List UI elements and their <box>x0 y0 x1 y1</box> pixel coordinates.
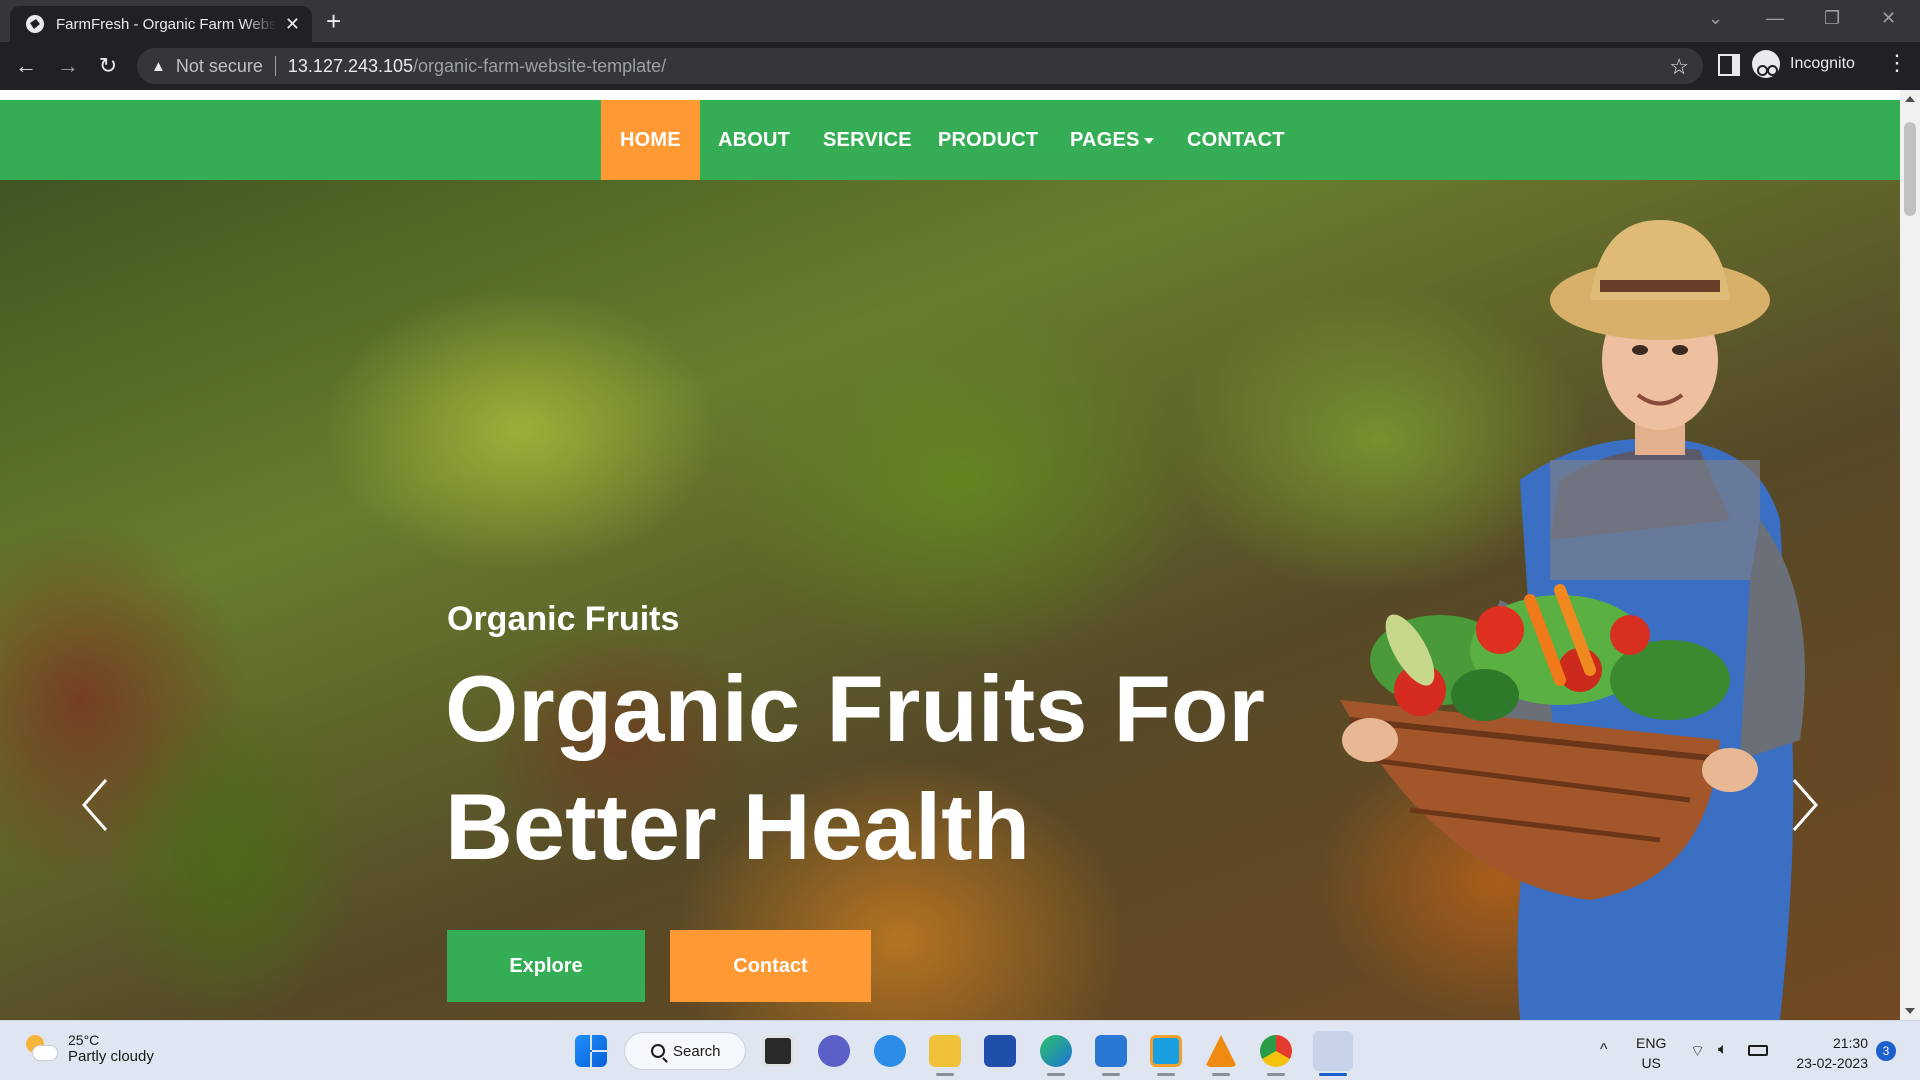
weather-desc: Partly cloudy <box>68 1047 154 1065</box>
page-viewport: HOME ABOUT SERVICE PRODUCT PAGES CONTACT <box>0 90 1920 1020</box>
teams-chat-icon[interactable] <box>818 1035 850 1067</box>
help-app-icon[interactable] <box>874 1035 906 1067</box>
running-indicator <box>936 1073 954 1076</box>
search-label: Search <box>673 1042 721 1060</box>
scroll-up-icon[interactable] <box>1905 96 1915 102</box>
url-host: 13.127.243.105 <box>287 55 414 76</box>
browser-tab-bar: FarmFresh - Organic Farm Website Templat… <box>0 0 1920 42</box>
nav-pages[interactable]: PAGES <box>1051 100 1173 180</box>
search-icon <box>651 1044 665 1058</box>
address-bar[interactable]: ▲ Not secure 13.127.243.105/organic-farm… <box>137 48 1703 84</box>
incognito-label: Incognito <box>1790 55 1855 72</box>
tab-close-icon[interactable]: ✕ <box>285 14 300 35</box>
restore-icon[interactable]: ❐ <box>1824 8 1840 29</box>
explore-button[interactable]: Explore <box>447 930 645 1002</box>
forward-arrow-icon[interactable]: → <box>54 52 82 80</box>
url-path: /organic-farm-website-template/ <box>413 55 667 76</box>
minimize-icon[interactable]: — <box>1766 8 1784 29</box>
tab-title: FarmFresh - Organic Farm Website Templat… <box>56 15 277 33</box>
tab-search-icon[interactable]: ⌄ <box>1708 8 1723 29</box>
hero-carousel: Organic Fruits Organic Fruits For Better… <box>0 180 1900 1020</box>
chrome-browser-icon[interactable] <box>1260 1035 1292 1067</box>
back-arrow-icon[interactable]: ← <box>12 52 40 80</box>
vlc-player-icon[interactable] <box>1205 1035 1237 1067</box>
scrollbar-thumb[interactable] <box>1904 122 1916 216</box>
volume-icon[interactable]: 🔈︎ <box>1718 1041 1728 1059</box>
edge-browser-icon[interactable] <box>1040 1035 1072 1067</box>
battery-icon[interactable] <box>1748 1045 1768 1056</box>
weather-temp: 25°C <box>68 1031 100 1048</box>
close-window-icon[interactable]: ✕ <box>1881 8 1896 29</box>
remote-desktop-icon[interactable] <box>1150 1035 1182 1067</box>
windows-start-icon[interactable] <box>575 1035 607 1067</box>
browser-tab[interactable]: FarmFresh - Organic Farm Website Templat… <box>10 6 312 42</box>
incognito-indicator[interactable]: Incognito <box>1752 49 1855 79</box>
page-scrollbar[interactable] <box>1900 90 1920 1020</box>
carousel-next-icon[interactable] <box>1790 778 1820 832</box>
bookmark-star-icon[interactable]: ☆ <box>1669 54 1689 80</box>
farmer-with-basket-image <box>1340 220 1805 1020</box>
nav-product[interactable]: PRODUCT <box>919 100 1057 180</box>
clock-date: 23-02-2023 <box>1796 1055 1868 1071</box>
security-label: Not secure <box>175 55 263 76</box>
top-strip <box>0 90 1900 100</box>
scroll-down-icon[interactable] <box>1905 1008 1915 1014</box>
warning-icon: ▲ <box>151 57 166 75</box>
weather-widget[interactable]: 25°C Partly cloudy <box>22 1031 154 1065</box>
os-taskbar: 25°C Partly cloudy Search ^ ENG US ⌔ 🔈︎ … <box>0 1020 1920 1080</box>
active-indicator <box>1319 1073 1347 1076</box>
site-navbar: HOME ABOUT SERVICE PRODUCT PAGES CONTACT <box>0 100 1900 180</box>
running-indicator <box>1047 1073 1065 1076</box>
wifi-icon[interactable]: ⌔ <box>1690 1041 1705 1061</box>
nav-pages-label: PAGES <box>1070 129 1140 151</box>
incognito-icon <box>1752 50 1780 78</box>
side-panel-icon[interactable] <box>1718 54 1740 76</box>
running-indicator <box>1157 1073 1175 1076</box>
hero-subtitle: Organic Fruits <box>447 600 680 638</box>
lang-line2: US <box>1641 1055 1661 1071</box>
hero-title: Organic Fruits For Better Health <box>445 656 1265 879</box>
microsoft-store-icon[interactable] <box>984 1035 1016 1067</box>
notification-badge[interactable]: 3 <box>1876 1041 1896 1061</box>
language-indicator[interactable]: ENG US <box>1636 1033 1666 1073</box>
clock[interactable]: 21:30 23-02-2023 <box>1788 1033 1868 1073</box>
browser-toolbar: ← → ↻ ▲ Not secure 13.127.243.105/organi… <box>0 42 1920 90</box>
globe-icon <box>26 15 44 33</box>
divider <box>274 56 276 76</box>
nav-about[interactable]: ABOUT <box>699 100 809 180</box>
photos-app-icon[interactable] <box>1095 1035 1127 1067</box>
taskbar-search[interactable]: Search <box>624 1032 746 1070</box>
kebab-menu-icon[interactable]: ⋮ <box>1886 50 1908 76</box>
partly-cloudy-icon <box>22 1031 58 1065</box>
new-tab-button[interactable]: + <box>326 8 341 34</box>
running-indicator <box>1267 1073 1285 1076</box>
running-indicator <box>1102 1073 1120 1076</box>
snipping-tool-icon[interactable] <box>1313 1031 1353 1071</box>
contact-button[interactable]: Contact <box>670 930 871 1002</box>
reload-icon[interactable]: ↻ <box>94 52 122 80</box>
task-view-icon[interactable] <box>762 1035 794 1067</box>
tray-chevron-icon[interactable]: ^ <box>1600 1041 1608 1059</box>
caret-down-icon <box>1143 137 1154 144</box>
nav-home[interactable]: HOME <box>601 100 700 180</box>
running-indicator <box>1212 1073 1230 1076</box>
file-explorer-icon[interactable] <box>929 1035 961 1067</box>
carousel-prev-icon[interactable] <box>80 778 110 832</box>
nav-contact[interactable]: CONTACT <box>1168 100 1304 180</box>
clock-time: 21:30 <box>1832 1035 1868 1051</box>
lang-line1: ENG <box>1636 1035 1667 1051</box>
nav-service[interactable]: SERVICE <box>804 100 931 180</box>
